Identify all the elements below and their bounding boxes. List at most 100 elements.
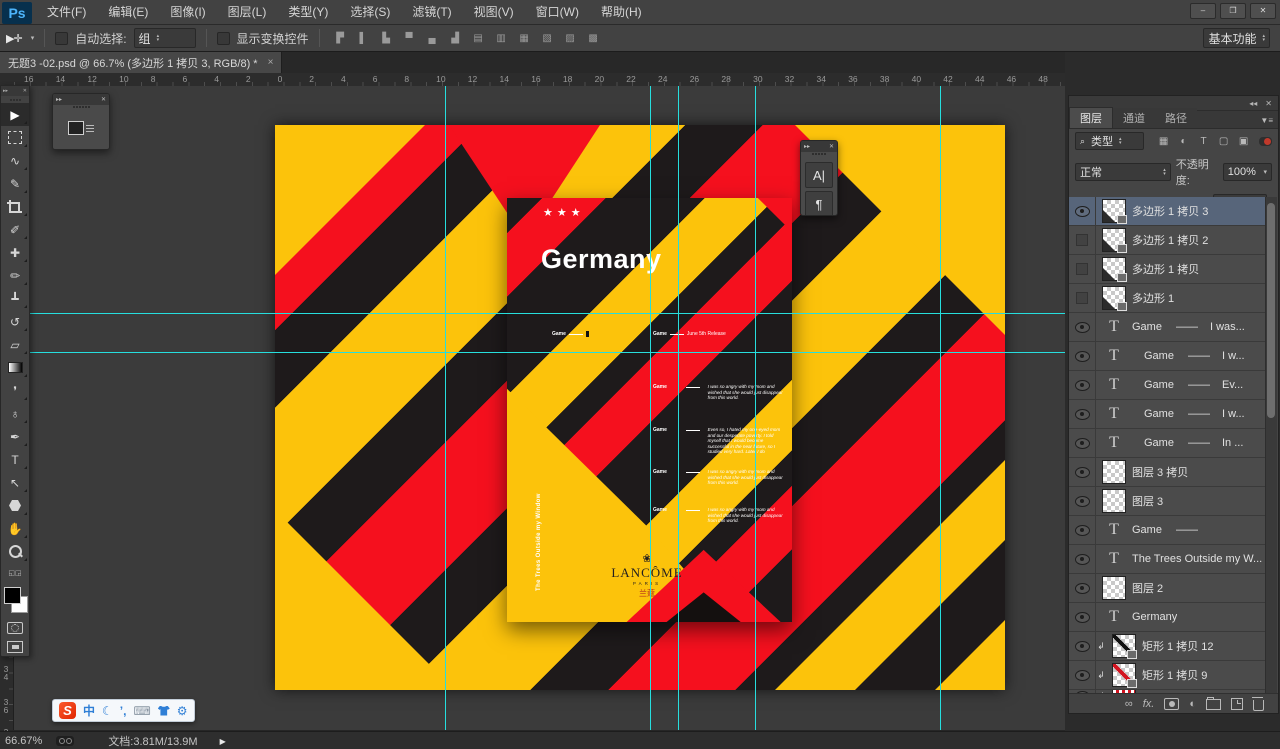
layers-scrollbar[interactable] — [1265, 197, 1277, 694]
opacity-input[interactable]: 100% ▾ — [1223, 163, 1272, 181]
filter-type-layers-icon[interactable]: T — [1195, 134, 1212, 149]
status-expand-icon[interactable]: ▶ — [220, 737, 226, 746]
show-transform-checkbox[interactable] — [217, 32, 230, 45]
menu-item-0[interactable]: 文件(F) — [36, 1, 97, 24]
guide-vertical[interactable] — [445, 86, 446, 730]
layer-row-8[interactable]: TGame——In ... — [1069, 429, 1266, 458]
scrollbar-thumb[interactable] — [1267, 203, 1275, 418]
close-panel-icon[interactable]: ✕ — [1265, 99, 1272, 108]
distribute-horizontal-centers-icon[interactable]: ▨ — [560, 29, 581, 48]
distribute-left-edges-icon[interactable]: ▧ — [537, 29, 558, 48]
character-paragraph-panel[interactable]: ▸▸✕ A|¶ — [800, 140, 838, 216]
visibility-toggle[interactable] — [1069, 487, 1096, 515]
menu-item-5[interactable]: 选择(S) — [339, 1, 401, 24]
panel-thumbnail-icon[interactable] — [66, 116, 96, 140]
layer-name[interactable]: 多边形 1 拷贝 3 — [1132, 203, 1208, 219]
layer-thumbnail[interactable] — [1102, 576, 1126, 600]
delete-layer-icon[interactable] — [1253, 697, 1264, 711]
shirt-icon[interactable] — [158, 706, 170, 716]
tab-通道[interactable]: 通道 — [1113, 108, 1155, 128]
visibility-toggle[interactable] — [1069, 226, 1096, 254]
chinese-mode-icon[interactable]: 中 — [83, 702, 95, 719]
path-selection-tool[interactable]: ↖ — [1, 471, 29, 494]
filter-smart-objects-icon[interactable]: ▣ — [1235, 134, 1252, 149]
close-panel-icon[interactable]: ✕ — [23, 88, 27, 94]
layer-thumbnail[interactable] — [1112, 634, 1136, 658]
layer-thumbnail[interactable] — [1102, 257, 1126, 281]
layer-row-11[interactable]: TGame—— — [1069, 516, 1266, 545]
layer-name[interactable]: 图层 3 — [1132, 493, 1163, 509]
document-tab[interactable]: 无题3 -02.psd @ 66.7% (多边形 1 拷贝 3, RGB/8) … — [0, 52, 282, 73]
lasso-tool[interactable]: ∿ — [1, 149, 29, 172]
guide-vertical[interactable] — [650, 86, 651, 730]
menu-item-9[interactable]: 帮助(H) — [590, 1, 653, 24]
layer-name[interactable]: 图层 3 拷贝 — [1132, 464, 1188, 480]
fx-icon[interactable]: fx. — [1143, 698, 1155, 710]
visibility-toggle[interactable] — [1069, 632, 1096, 660]
auto-select-checkbox[interactable] — [55, 32, 68, 45]
layer-row-16[interactable]: ↲矩形 1 拷贝 9 — [1069, 661, 1266, 690]
filter-pixel-layers-icon[interactable]: ▦ — [1155, 134, 1172, 149]
layer-thumbnail[interactable] — [1112, 663, 1136, 687]
align-vertical-centers-icon[interactable]: ▌ — [353, 29, 374, 48]
eyedropper-tool[interactable]: ✐ — [1, 218, 29, 241]
visibility-toggle[interactable] — [1069, 284, 1096, 312]
keyboard-icon[interactable]: ⌨ — [133, 704, 150, 718]
layer-name[interactable]: 多边形 1 拷贝 — [1132, 261, 1199, 277]
moon-icon[interactable]: ☾ — [102, 704, 113, 718]
visibility-toggle[interactable] — [1069, 429, 1096, 457]
layer-row-0[interactable]: 多边形 1 拷贝 3 — [1069, 197, 1266, 226]
expand-panel-icon[interactable]: ▸▸ — [804, 143, 810, 150]
filter-toggle-switch[interactable] — [1259, 137, 1272, 146]
align-bottom-edges-icon[interactable]: ▙ — [376, 29, 397, 48]
collapse-panels-icon[interactable]: ◂◂ — [1249, 99, 1257, 108]
adjustment-layer-icon[interactable]: ◐ — [1189, 698, 1196, 710]
layer-name[interactable]: 多边形 1 拷贝 2 — [1132, 232, 1208, 248]
new-group-icon[interactable] — [1206, 697, 1221, 710]
layer-name[interactable]: 矩形 1 拷贝 9 — [1142, 667, 1207, 683]
default-colors-icon[interactable]: ◱◲ — [8, 569, 21, 577]
panel-menu-icon[interactable]: ▼≡ — [1260, 116, 1278, 128]
dodge-tool[interactable]: ♁ — [1, 402, 29, 425]
visibility-toggle[interactable] — [1069, 342, 1096, 370]
tab-路径[interactable]: 路径 — [1155, 108, 1197, 128]
horizontal-ruler[interactable]: 1614121086420246810121416182022242628303… — [14, 73, 1065, 87]
layer-thumbnail[interactable] — [1102, 489, 1126, 513]
guide-vertical[interactable] — [678, 86, 679, 730]
menu-item-6[interactable]: 滤镜(T) — [401, 1, 462, 24]
zoom-tool[interactable] — [1, 540, 29, 563]
menu-item-3[interactable]: 图层(L) — [217, 1, 278, 24]
rectangular-marquee-tool[interactable] — [1, 126, 29, 149]
spot-healing-brush-tool[interactable]: ✚ — [1, 241, 29, 264]
align-left-edges-icon[interactable]: ▀ — [399, 29, 420, 48]
layer-row-14[interactable]: TGermany — [1069, 603, 1266, 632]
layer-thumbnail[interactable] — [1102, 286, 1126, 310]
distribute-bottom-edges-icon[interactable]: ▦ — [514, 29, 535, 48]
align-right-edges-icon[interactable]: ▟ — [445, 29, 466, 48]
menu-item-1[interactable]: 编辑(E) — [97, 1, 159, 24]
gradient-tool[interactable] — [1, 356, 29, 379]
close-button[interactable]: ✕ — [1250, 3, 1276, 19]
close-panel-icon[interactable]: ✕ — [829, 143, 834, 150]
visibility-toggle[interactable] — [1069, 545, 1096, 573]
tool-preset-caret-icon[interactable]: ▾ — [31, 34, 35, 42]
visibility-toggle[interactable] — [1069, 661, 1096, 689]
visibility-toggle[interactable] — [1069, 574, 1096, 602]
layer-name[interactable]: Game——I w... — [1144, 350, 1245, 362]
close-panel-icon[interactable]: ✕ — [101, 96, 106, 103]
menu-item-7[interactable]: 视图(V) — [463, 1, 525, 24]
menu-item-4[interactable]: 类型(Y) — [277, 1, 339, 24]
layer-row-2[interactable]: 多边形 1 拷贝 — [1069, 255, 1266, 284]
sogou-input-bar[interactable]: S 中☾’,⌨⚙ — [52, 699, 195, 722]
visibility-toggle[interactable] — [1069, 197, 1096, 225]
layer-thumbnail[interactable] — [1102, 199, 1126, 223]
blur-tool[interactable]: ❜ — [1, 379, 29, 402]
close-tab-icon[interactable]: × — [268, 57, 274, 68]
filter-type-dropdown[interactable]: ⌕ 类型 ▴▾ — [1075, 132, 1144, 150]
guide-vertical[interactable] — [755, 86, 756, 730]
workspace-switcher[interactable]: 基本功能 ▴▾ — [1203, 28, 1270, 48]
layer-row-9[interactable]: 图层 3 拷贝 — [1069, 458, 1266, 487]
layer-thumbnail[interactable] — [1102, 228, 1126, 252]
brush-tool[interactable]: ✏ — [1, 264, 29, 287]
new-layer-icon[interactable] — [1231, 698, 1243, 710]
